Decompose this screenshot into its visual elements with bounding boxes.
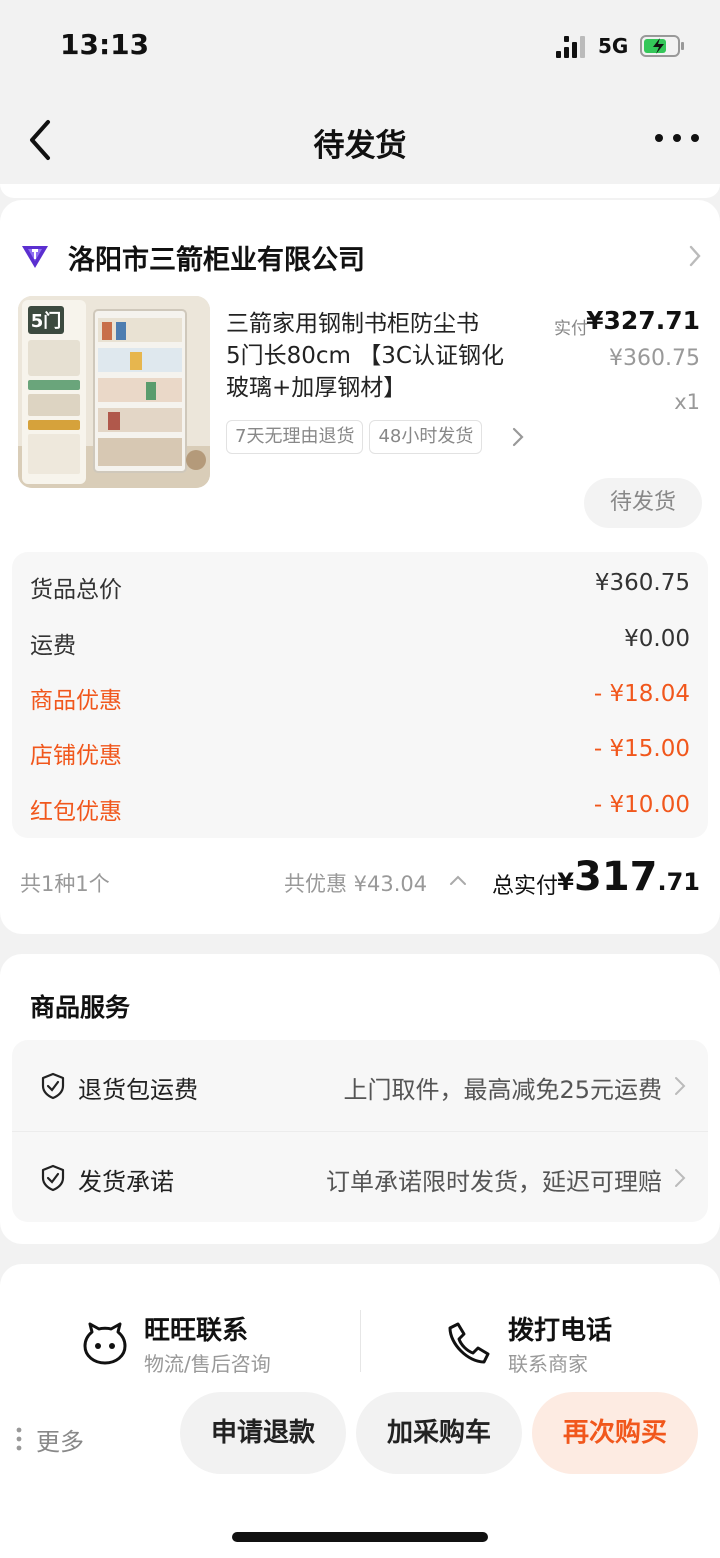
total-decimal: .71 xyxy=(657,868,700,896)
product-title-line: 玻璃+加厚钢材】 xyxy=(226,375,407,401)
paid-price: ¥327.71 xyxy=(586,306,700,335)
service-name: 发货承诺 xyxy=(78,1168,174,1196)
home-indicator xyxy=(232,1532,488,1542)
phone-contact-button[interactable]: 拨打电话 联系商家 xyxy=(446,1308,676,1378)
wangwang-icon xyxy=(83,1322,127,1365)
original-price: ¥360.75 xyxy=(609,346,700,371)
price-label: 商品优惠 xyxy=(30,688,122,714)
discount-total[interactable]: 共优惠 ¥43.04 xyxy=(284,868,427,898)
price-value: - ¥15.00 xyxy=(593,736,690,762)
product-title-line: 5门长80cm 【3C认证钢化 xyxy=(226,343,504,369)
order-card: 洛阳市三箭柜业有限公司 5门 三箭家用钢制书柜防尘书 5门长80cm 【3C认证… xyxy=(0,200,720,934)
tag: 7天无理由退货 xyxy=(226,420,364,454)
service-desc: 订单承诺限时发货，延迟可理赔 xyxy=(326,1168,662,1196)
wangwang-contact-button[interactable]: 旺旺联系 物流/售后咨询 xyxy=(82,1308,342,1378)
contact-subtitle: 联系商家 xyxy=(508,1352,588,1376)
refund-button[interactable]: 申请退款 xyxy=(180,1392,346,1474)
quantity: x1 xyxy=(674,390,700,414)
shield-check-icon xyxy=(41,1072,65,1100)
signal-icon xyxy=(556,36,585,58)
divider xyxy=(360,1310,361,1372)
price-row: 运费 ¥0.00 xyxy=(30,622,690,662)
paid-label: 实付 xyxy=(554,319,588,339)
price-row: 商品优惠 - ¥18.04 xyxy=(30,677,690,717)
product-tags[interactable]: 7天无理由退货 48小时发货 xyxy=(226,420,532,456)
battery-icon xyxy=(640,35,684,57)
chevron-right-icon xyxy=(504,422,532,452)
total-integer: 317 xyxy=(573,854,658,900)
price-label: 运费 xyxy=(30,633,76,659)
vertical-dots-icon xyxy=(16,1427,22,1451)
phone-icon xyxy=(448,1322,490,1364)
contact-title: 旺旺联系 xyxy=(144,1316,249,1346)
price-value: ¥360.75 xyxy=(594,570,690,596)
service-list: 退货包运费 上门取件，最高减免25元运费 发货承诺 订单承诺限时发货，延迟可理赔 xyxy=(12,1040,708,1222)
service-name: 退货包运费 xyxy=(78,1076,198,1104)
status-badge: 待发货 xyxy=(584,478,702,528)
price-row: 红包优惠 - ¥10.00 xyxy=(30,788,690,828)
price-value: - ¥10.00 xyxy=(593,792,690,818)
service-title: 商品服务 xyxy=(30,993,131,1022)
total-label: 总实付 xyxy=(492,874,559,899)
product-image[interactable]: 5门 xyxy=(18,296,210,488)
shop-diamond-icon xyxy=(22,246,48,268)
shield-check-icon xyxy=(41,1164,65,1192)
bookcase-image: 5门 xyxy=(18,296,210,488)
nav-bar: 待发货 xyxy=(0,100,720,180)
status-time: 13:13 xyxy=(60,28,150,61)
price-label: 货品总价 xyxy=(30,577,122,603)
status-bar: 13:13 5G xyxy=(0,0,720,90)
price-value: ¥0.00 xyxy=(624,626,690,652)
previous-card-edge xyxy=(0,184,720,198)
price-detail: 货品总价 ¥360.75 运费 ¥0.00 商品优惠 - ¥18.04 店铺优惠… xyxy=(12,552,708,838)
service-desc: 上门取件，最高减免25元运费 xyxy=(343,1076,662,1104)
price-label: 店铺优惠 xyxy=(30,743,122,769)
more-dots-icon[interactable] xyxy=(652,130,702,146)
page-title: 待发货 xyxy=(313,128,407,164)
chevron-right-icon xyxy=(675,1169,686,1187)
price-value: - ¥18.04 xyxy=(593,681,690,707)
price-row: 货品总价 ¥360.75 xyxy=(30,566,690,606)
tag: 48小时发货 xyxy=(369,420,483,454)
item-count: 共1种1个 xyxy=(20,872,110,896)
total-currency: ¥ xyxy=(557,868,574,896)
contact-subtitle: 物流/售后咨询 xyxy=(144,1352,271,1376)
chevron-right-icon xyxy=(689,245,701,267)
product-title[interactable]: 三箭家用钢制书柜防尘书 5门长80cm 【3C认证钢化 玻璃+加厚钢材】 xyxy=(226,308,536,404)
contact-title: 拨打电话 xyxy=(508,1316,613,1346)
rebuy-button[interactable]: 再次购买 xyxy=(532,1392,698,1474)
more-label: 更多 xyxy=(36,1428,84,1456)
chevron-up-icon[interactable] xyxy=(448,874,468,886)
network-type: 5G xyxy=(598,34,629,58)
image-badge-text: 5门 xyxy=(31,310,62,332)
service-item-shipping[interactable]: 发货承诺 订单承诺限时发货，延迟可理赔 xyxy=(12,1131,708,1222)
service-card: 商品服务 退货包运费 上门取件，最高减免25元运费 发货承诺 订单承诺限时发货，… xyxy=(0,954,720,1244)
order-summary: 共1种1个 共优惠 ¥43.04 总实付 ¥317.71 xyxy=(0,854,720,910)
price-label: 红包优惠 xyxy=(30,799,122,825)
product-title-line: 三箭家用钢制书柜防尘书 xyxy=(226,311,479,337)
shop-name: 洛阳市三箭柜业有限公司 xyxy=(68,245,365,276)
price-row: 店铺优惠 - ¥15.00 xyxy=(30,732,690,772)
add-cart-button[interactable]: 加采购车 xyxy=(356,1392,522,1474)
service-item-return[interactable]: 退货包运费 上门取件，最高减免25元运费 xyxy=(12,1040,708,1131)
chevron-right-icon xyxy=(675,1077,686,1095)
bottom-action-bar: 旺旺联系 物流/售后咨询 拨打电话 联系商家 更多 申请退款 加采购车 再次购买 xyxy=(0,1264,720,1558)
shop-header[interactable]: 洛阳市三箭柜业有限公司 xyxy=(20,236,702,276)
total-paid: ¥317.71 xyxy=(557,854,700,900)
